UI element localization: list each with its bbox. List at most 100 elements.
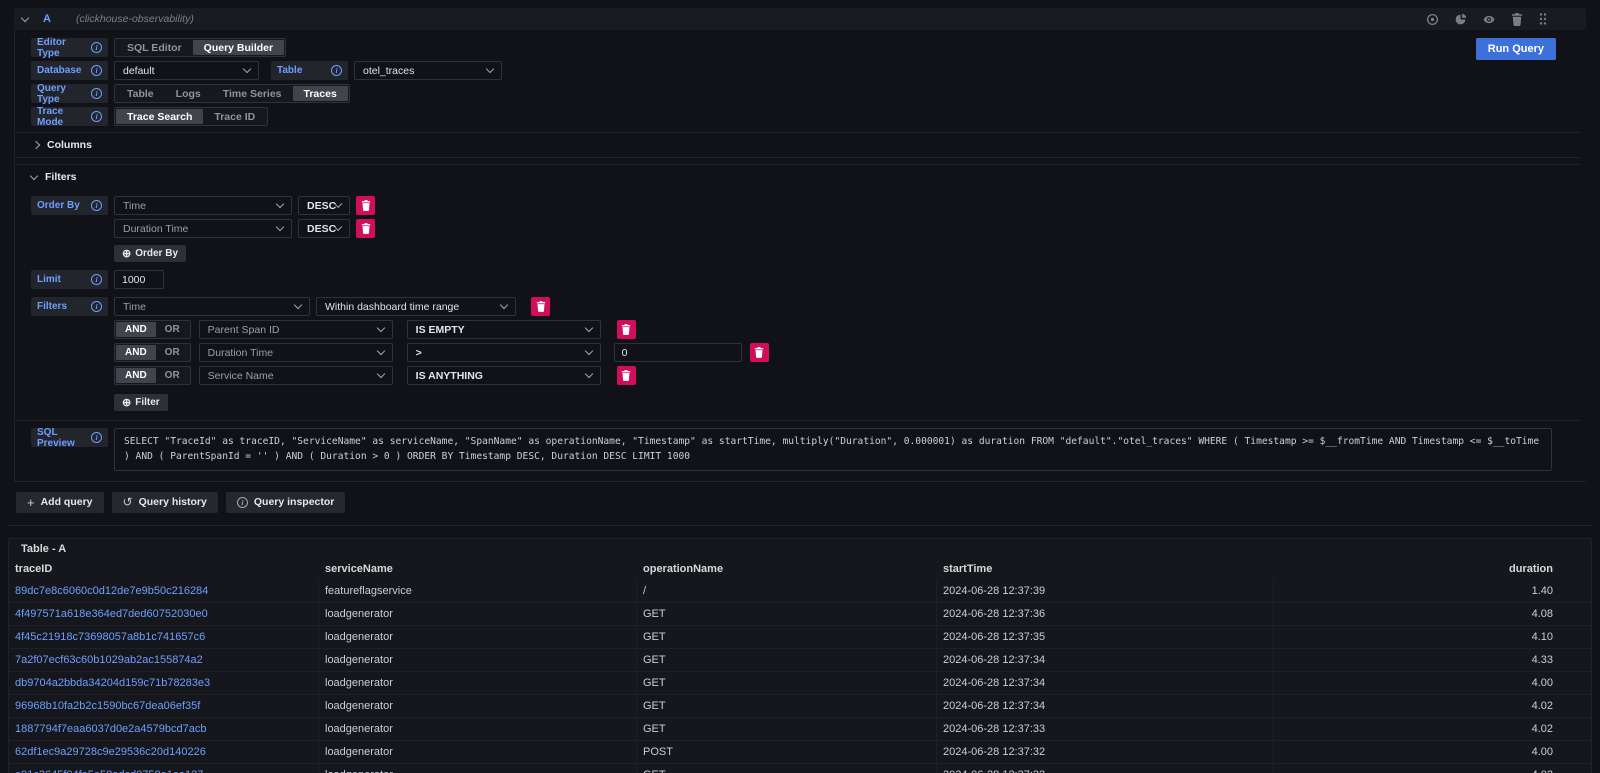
- chevron-down-icon: [335, 223, 343, 231]
- filter-field-select[interactable]: Duration Time: [199, 343, 393, 362]
- filters-section-toggle[interactable]: Filters: [31, 170, 1580, 184]
- add-filter-button[interactable]: ⊕ Filter: [114, 394, 168, 411]
- database-select[interactable]: default: [114, 61, 259, 80]
- table-select[interactable]: otel_traces: [354, 61, 502, 80]
- trace-search-option[interactable]: Trace Search: [116, 109, 203, 124]
- trace-id-option[interactable]: Trace ID: [203, 109, 266, 124]
- info-icon[interactable]: i: [91, 301, 102, 312]
- start-time-cell: 2024-06-28 12:37:34: [937, 672, 1274, 694]
- chevron-down-icon: [30, 171, 38, 179]
- trace-id-link[interactable]: 89dc7e8c6060c0d12de7e9b50c216284: [9, 580, 319, 602]
- trash-icon: [621, 370, 631, 381]
- trace-id-link[interactable]: 7a2f07ecf63c60b1029ab2ac155874a2: [9, 649, 319, 671]
- order-by-field-select[interactable]: Duration Time: [114, 219, 292, 238]
- limit-input[interactable]: [114, 270, 164, 289]
- and-option[interactable]: AND: [116, 345, 156, 360]
- datasource-help-icon[interactable]: [1426, 13, 1439, 26]
- table-row: db9704a2bbda34204d159c71b78283e3 loadgen…: [9, 672, 1591, 695]
- filter-operator-select[interactable]: IS ANYTHING: [407, 366, 601, 385]
- query-inspector-button[interactable]: i Query inspector: [226, 492, 346, 513]
- duration-cell: 4.02: [1274, 764, 1591, 773]
- limit-row: Limit i: [31, 270, 1580, 289]
- delete-filter-button[interactable]: [750, 343, 769, 362]
- filter-operator-select[interactable]: >: [407, 343, 601, 362]
- column-header-starttime[interactable]: startTime: [937, 558, 1274, 580]
- duration-cell: 4.02: [1274, 695, 1591, 717]
- delete-order-by-button[interactable]: [356, 196, 375, 215]
- delete-order-by-button[interactable]: [356, 219, 375, 238]
- delete-filter-button[interactable]: [531, 297, 550, 316]
- info-icon[interactable]: i: [91, 88, 102, 99]
- chevron-down-icon: [584, 370, 592, 378]
- query-type-logs-option[interactable]: Logs: [165, 86, 212, 101]
- start-time-cell: 2024-06-28 12:37:32: [937, 741, 1274, 763]
- duration-cell: 1.40: [1274, 580, 1591, 602]
- query-type-row: Query Type i Table Logs Time Series Trac…: [31, 84, 1580, 103]
- column-header-servicename[interactable]: serviceName: [319, 558, 637, 580]
- trace-id-link[interactable]: db9704a2bbda34204d159c71b78283e3: [9, 672, 319, 694]
- order-by-direction-select[interactable]: DESC: [298, 196, 350, 215]
- column-header-traceid[interactable]: traceID: [9, 558, 319, 580]
- query-type-table-option[interactable]: Table: [116, 86, 165, 101]
- info-icon[interactable]: i: [91, 432, 102, 443]
- and-option[interactable]: AND: [116, 368, 156, 383]
- order-by-row-2: Duration Time DESC: [114, 219, 1580, 238]
- datasource-name: (clickhouse-observability): [76, 13, 194, 25]
- disable-query-eye-icon[interactable]: [1482, 13, 1496, 26]
- info-icon[interactable]: i: [331, 65, 342, 76]
- filter-field-select[interactable]: Parent Span ID: [199, 320, 393, 339]
- collapse-query-icon[interactable]: [21, 13, 29, 21]
- and-option[interactable]: AND: [116, 322, 156, 337]
- trash-icon: [361, 223, 371, 234]
- info-icon[interactable]: i: [91, 274, 102, 285]
- info-icon[interactable]: i: [91, 111, 102, 122]
- trace-id-link[interactable]: 62df1ec9a29728c9e29536c20d140226: [9, 741, 319, 763]
- duration-cell: 4.00: [1274, 672, 1591, 694]
- query-name[interactable]: A: [43, 13, 51, 25]
- query-type-timeseries-option[interactable]: Time Series: [212, 86, 293, 101]
- duration-cell: 4.33: [1274, 649, 1591, 671]
- or-option[interactable]: OR: [156, 345, 189, 360]
- sql-preview-text[interactable]: SELECT "TraceId" as traceID, "ServiceNam…: [114, 428, 1552, 471]
- order-by-direction-select[interactable]: DESC: [298, 219, 350, 238]
- info-icon[interactable]: i: [91, 65, 102, 76]
- panel-title[interactable]: Table - A: [9, 539, 1591, 558]
- trace-id-link[interactable]: 4f497571a618e364ed7ded60752030e0: [9, 603, 319, 625]
- trace-id-link[interactable]: 1887794f7eaa6037d0e2a4579bcd7acb: [9, 718, 319, 740]
- info-icon[interactable]: i: [91, 42, 102, 53]
- column-header-operationname[interactable]: operationName: [637, 558, 937, 580]
- filter-value-input[interactable]: [614, 343, 742, 362]
- service-name-cell: loadgenerator: [319, 603, 637, 625]
- add-query-button[interactable]: + Add query: [16, 492, 104, 513]
- columns-section: Columns: [15, 132, 1580, 158]
- or-option[interactable]: OR: [156, 368, 189, 383]
- query-history-button[interactable]: ↺ Query history: [112, 492, 218, 513]
- trace-id-link[interactable]: 4f45c21918c73698057a8b1c741657c6: [9, 626, 319, 648]
- run-query-button[interactable]: Run Query: [1476, 38, 1556, 60]
- columns-section-toggle[interactable]: Columns: [31, 138, 1580, 152]
- info-icon[interactable]: i: [91, 200, 102, 211]
- query-header-actions: [1426, 12, 1548, 26]
- query-type-traces-option[interactable]: Traces: [293, 86, 348, 101]
- delete-filter-button[interactable]: [617, 320, 636, 339]
- add-order-by-button[interactable]: ⊕ Order By: [114, 245, 186, 262]
- service-name-cell: loadgenerator: [319, 649, 637, 671]
- filter-field-select[interactable]: Service Name: [199, 366, 393, 385]
- filter-operator-select[interactable]: IS EMPTY: [407, 320, 601, 339]
- order-by-field-select[interactable]: Time: [114, 196, 292, 215]
- delete-filter-button[interactable]: [617, 366, 636, 385]
- filter-field-select[interactable]: Time: [114, 297, 310, 316]
- column-header-duration[interactable]: duration: [1274, 558, 1591, 580]
- service-name-cell: loadgenerator: [319, 764, 637, 773]
- sql-editor-option[interactable]: SQL Editor: [116, 40, 193, 55]
- duplicate-query-icon[interactable]: [1454, 13, 1467, 26]
- filter-operator-select[interactable]: Within dashboard time range: [316, 297, 516, 316]
- drag-handle-icon[interactable]: [1538, 12, 1548, 26]
- start-time-cell: 2024-06-28 12:37:39: [937, 580, 1274, 602]
- trace-id-link[interactable]: e91c3645f04fa5e58adcd0758e1ea127: [9, 764, 319, 773]
- remove-query-trash-icon[interactable]: [1511, 13, 1523, 26]
- query-builder-option[interactable]: Query Builder: [193, 40, 284, 55]
- or-option[interactable]: OR: [156, 322, 189, 337]
- trace-mode-radio-group: Trace Search Trace ID: [114, 107, 268, 126]
- trace-id-link[interactable]: 96968b10fa2b2c1590bc67dea06ef35f: [9, 695, 319, 717]
